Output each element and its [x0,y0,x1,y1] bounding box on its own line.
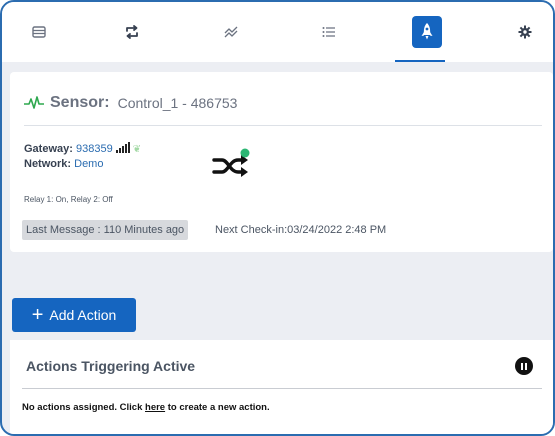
signal-strength-icon [115,142,130,153]
toolbar-repeat-button[interactable] [117,16,147,48]
toolbar-settings-button[interactable] [510,16,540,48]
card-stack-icon [32,26,46,38]
pause-icon [521,362,523,370]
toolbar-actions-button[interactable] [412,16,442,48]
no-actions-message: No actions assigned. Click here to creat… [22,402,270,413]
trend-lines-icon [224,26,238,38]
add-action-label: Add Action [49,307,117,323]
actions-panel: Actions Triggering Active No actions ass… [10,340,553,434]
toolbar-chart-button[interactable] [216,16,246,48]
sensor-name: Control_1 - 486753 [117,95,238,111]
status-dot [240,148,250,158]
pulse-icon [24,96,44,109]
create-action-link[interactable]: here [145,402,165,413]
leaf-icon: ❦ [132,144,142,155]
card-divider [24,125,542,126]
gear-icon [518,25,532,39]
pause-button[interactable] [515,357,533,375]
gateway-label: Gateway: [24,143,73,155]
network-line: Network: Demo [24,158,103,170]
toolbar-card-stack-button[interactable] [24,16,54,48]
bullet-list-icon [322,27,335,37]
active-tab-indicator [395,60,445,62]
gateway-line: Gateway: 938359 ❦ [24,142,141,155]
toolbar-list-button[interactable] [314,16,344,48]
actions-divider [22,388,542,389]
app-frame: Sensor: Control_1 - 486753 Gateway: 9383… [0,0,555,436]
rocket-icon [421,23,433,40]
plus-icon: + [31,304,44,326]
relay-shuffle-icon [212,148,250,177]
last-message: Last Message : 110 Minutes ago [22,220,189,240]
relay-status: Relay 1: On, Relay 2: Off [24,195,113,204]
sensor-card: Sensor: Control_1 - 486753 Gateway: 9383… [10,72,553,252]
sensor-label: Sensor: [50,94,110,111]
network-link[interactable]: Demo [74,158,103,170]
toolbar [2,2,553,62]
sensor-header: Sensor: Control_1 - 486753 [24,92,237,114]
gateway-link[interactable]: 938359 [76,143,113,155]
repeat-icon [126,25,138,39]
add-action-button[interactable]: + Add Action [12,298,136,332]
network-label: Network: [24,158,72,170]
next-checkin: Next Check-in:03/24/2022 2:48 PM [215,224,387,236]
actions-title: Actions Triggering Active [26,358,196,374]
